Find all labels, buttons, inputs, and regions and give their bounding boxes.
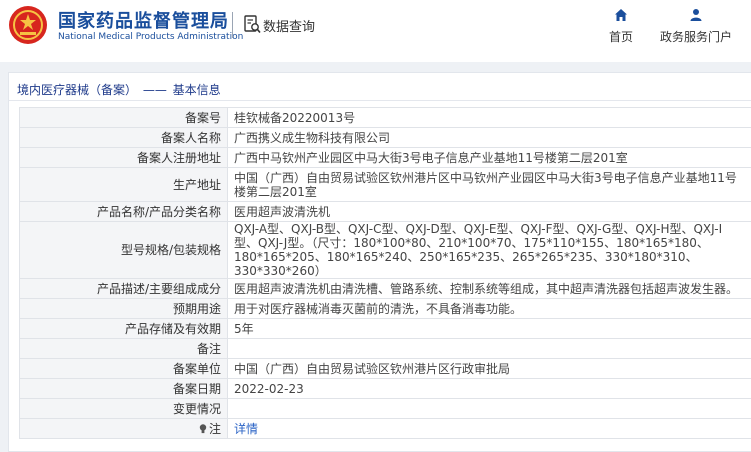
lightbulb-icon (199, 423, 207, 433)
table-row: 变更情况 (19, 398, 751, 419)
row-value-note: 详情 (227, 418, 751, 439)
site-name[interactable]: 国家药品监督管理局 (58, 7, 229, 33)
breadcrumb-separator: —— (142, 83, 167, 97)
nav-home[interactable]: 首页 (604, 8, 638, 45)
breadcrumb-current: 基本信息 (172, 83, 221, 97)
table-row: 备案人名称 广西携义成生物科技有限公司 (19, 127, 751, 148)
table-row: 备案日期 2022-02-23 (19, 378, 751, 399)
row-value-filer-name: 广西携义成生物科技有限公司 (227, 127, 751, 148)
row-value-product-name: 医用超声波清洗机 (227, 201, 751, 222)
table-row: 生产地址 中国（广西）自由贸易试验区钦州港片区中马钦州产业园区中马大街3号电子信… (19, 167, 751, 202)
row-label-filer-name: 备案人名称 (19, 127, 228, 148)
table-row: 预期用途 用于对医疗器械消毒灭菌前的清洗，不具备消毒功能。 (19, 298, 751, 319)
table-row: 产品名称/产品分类名称 医用超声波清洗机 (19, 201, 751, 222)
header-divider (232, 12, 233, 38)
row-value-remark (227, 338, 751, 359)
user-icon (690, 9, 702, 21)
table-row: 备案人注册地址 广西中马钦州产业园区中马大街3号电子信息产业基地11号楼第二层2… (19, 147, 751, 168)
row-value-change-status (227, 398, 751, 419)
breadcrumb-section[interactable]: 境内医疗器械（备案） (17, 83, 137, 97)
row-label-production-address: 生产地址 (19, 167, 228, 202)
row-label-note: 注 (19, 418, 228, 439)
record-table: 备案号 桂钦械备20220013号 备案人名称 广西携义成生物科技有限公司 备案… (19, 107, 751, 439)
row-label-product-name: 产品名称/产品分类名称 (19, 201, 228, 222)
row-label-record-no: 备案号 (19, 107, 228, 128)
row-label-description: 产品描述/主要组成成分 (19, 278, 228, 299)
breadcrumb: 境内医疗器械（备案） —— 基本信息 (17, 81, 221, 98)
table-row: 产品存储及有效期 5年 (19, 318, 751, 339)
site-header: 国家药品监督管理局 National Medical Products Admi… (0, 0, 751, 62)
row-label-filing-date: 备案日期 (19, 378, 228, 399)
row-value-intended-use: 用于对医疗器械消毒灭菌前的清洗，不具备消毒功能。 (227, 298, 751, 319)
nav-gov-service-portal[interactable]: 政务服务门户 (656, 8, 736, 45)
row-value-description: 医用超声波清洗机由清洗槽、管路系统、控制系统等组成，其中超声清洗器包括超声波发生… (227, 278, 751, 299)
breadcrumb-bar: 境内医疗器械（备案） —— 基本信息 (9, 73, 751, 101)
search-document-icon (244, 15, 261, 34)
row-label-filing-unit: 备案单位 (19, 358, 228, 379)
site-name-en: National Medical Products Administration (58, 32, 244, 42)
nav-gov-label: 政务服务门户 (659, 30, 732, 44)
row-label-model-spec: 型号规格/包装规格 (19, 221, 228, 279)
row-value-filing-date: 2022-02-23 (227, 378, 751, 399)
row-label-storage-validity: 产品存储及有效期 (19, 318, 228, 339)
table-row: 型号规格/包装规格 QXJ-A型、QXJ-B型、QXJ-C型、QXJ-D型、QX… (19, 221, 751, 279)
row-label-registered-address: 备案人注册地址 (19, 147, 228, 168)
detail-panel: 境内医疗器械（备案） —— 基本信息 备案号 桂钦械备20220013号 备案人… (8, 72, 751, 452)
table-row: 备案单位 中国（广西）自由贸易试验区钦州港片区行政审批局 (19, 358, 751, 379)
home-icon (615, 9, 627, 21)
table-row: 备注 (19, 338, 751, 359)
row-label-intended-use: 预期用途 (19, 298, 228, 319)
table-row: 注 详情 (19, 418, 751, 439)
table-row: 产品描述/主要组成成分 医用超声波清洗机由清洗槽、管路系统、控制系统等组成，其中… (19, 278, 751, 299)
row-value-model-spec: QXJ-A型、QXJ-B型、QXJ-C型、QXJ-D型、QXJ-E型、QXJ-F… (227, 221, 751, 279)
row-value-storage-validity: 5年 (227, 318, 751, 339)
row-value-production-address: 中国（广西）自由贸易试验区钦州港片区中马钦州产业园区中马大街3号电子信息产业基地… (227, 167, 751, 202)
row-value-registered-address: 广西中马钦州产业园区中马大街3号电子信息产业基地11号楼第二层201室 (227, 147, 751, 168)
table-row: 备案号 桂钦械备20220013号 (19, 107, 751, 128)
row-label-remark: 备注 (19, 338, 228, 359)
row-label-change-status: 变更情况 (19, 398, 228, 419)
national-emblem-logo (9, 6, 47, 44)
details-link[interactable]: 详情 (234, 422, 258, 436)
data-query-title: 数据查询 (263, 20, 316, 35)
nav-home-label: 首页 (608, 30, 633, 44)
row-value-record-no: 桂钦械备20220013号 (227, 107, 751, 128)
row-value-filing-unit: 中国（广西）自由贸易试验区钦州港片区行政审批局 (227, 358, 751, 379)
note-label: 注 (208, 421, 221, 436)
